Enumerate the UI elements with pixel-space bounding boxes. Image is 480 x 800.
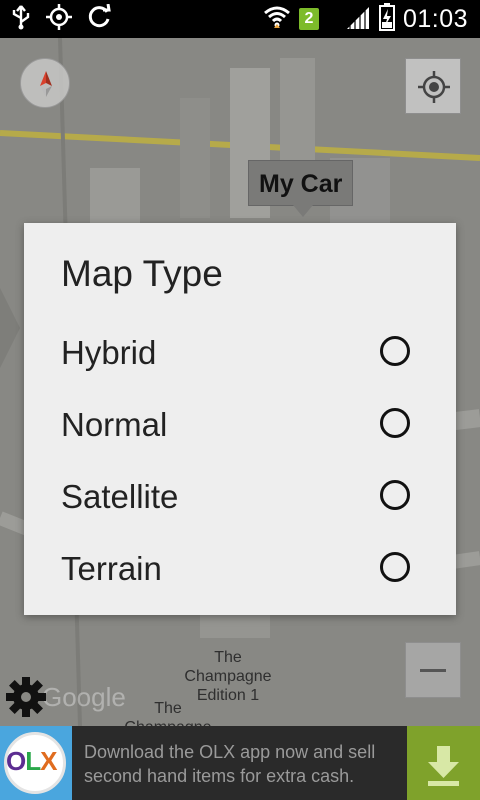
map-type-option-terrain[interactable]: Terrain	[24, 538, 456, 610]
ad-banner[interactable]: OLX Download the OLX app now and sell se…	[0, 726, 480, 800]
status-bar: 2 01:03	[0, 0, 480, 38]
usb-icon	[10, 4, 32, 34]
radio-button-terrain[interactable]	[380, 552, 410, 582]
option-label: Satellite	[61, 478, 179, 515]
dialog-title: Map Type	[61, 253, 223, 294]
status-right-icons: 2 01:03	[263, 3, 468, 35]
google-watermark: Google	[42, 682, 126, 712]
battery-charging-icon	[378, 3, 395, 35]
my-location-icon	[418, 71, 450, 103]
my-location-button[interactable]	[405, 58, 461, 114]
olx-logo[interactable]: OLX	[0, 726, 72, 800]
olx-logo-text: OLX	[6, 746, 57, 776]
radio-button-hybrid[interactable]	[380, 336, 410, 366]
compass-button[interactable]	[20, 58, 70, 108]
wifi-icon	[263, 4, 291, 34]
sync-icon	[86, 3, 112, 34]
status-clock: 01:03	[402, 4, 468, 33]
my-car-marker[interactable]: My Car	[248, 160, 354, 217]
gear-icon	[6, 677, 46, 717]
map-label-champagne-1: The Champagne Edition 1	[184, 649, 272, 704]
option-label: Normal	[61, 406, 168, 443]
map-type-dialog: Map Type Hybrid Normal Satellite Terrain	[24, 223, 456, 615]
option-label: Terrain	[61, 550, 162, 587]
settings-button[interactable]	[3, 674, 49, 720]
compass-icon	[40, 71, 52, 97]
radio-button-satellite[interactable]	[380, 480, 410, 510]
gps-icon	[46, 4, 72, 34]
zoom-out-button[interactable]	[405, 642, 461, 698]
map-type-option-satellite[interactable]: Satellite	[24, 466, 456, 538]
map-label-champagne-2: The Champagne Edition 2	[124, 700, 211, 726]
map-type-option-hybrid[interactable]: Hybrid	[24, 322, 456, 394]
radio-button-normal[interactable]	[380, 408, 410, 438]
notification-badge: 2	[298, 8, 319, 30]
option-label: Hybrid	[61, 334, 157, 371]
download-icon	[428, 746, 459, 786]
map-type-option-normal[interactable]: Normal	[24, 394, 456, 466]
ad-download-button[interactable]	[407, 726, 480, 800]
signal-icon	[345, 5, 371, 33]
ad-text[interactable]: Download the OLX app now and sell second…	[84, 740, 394, 788]
status-left-icons	[10, 3, 112, 34]
